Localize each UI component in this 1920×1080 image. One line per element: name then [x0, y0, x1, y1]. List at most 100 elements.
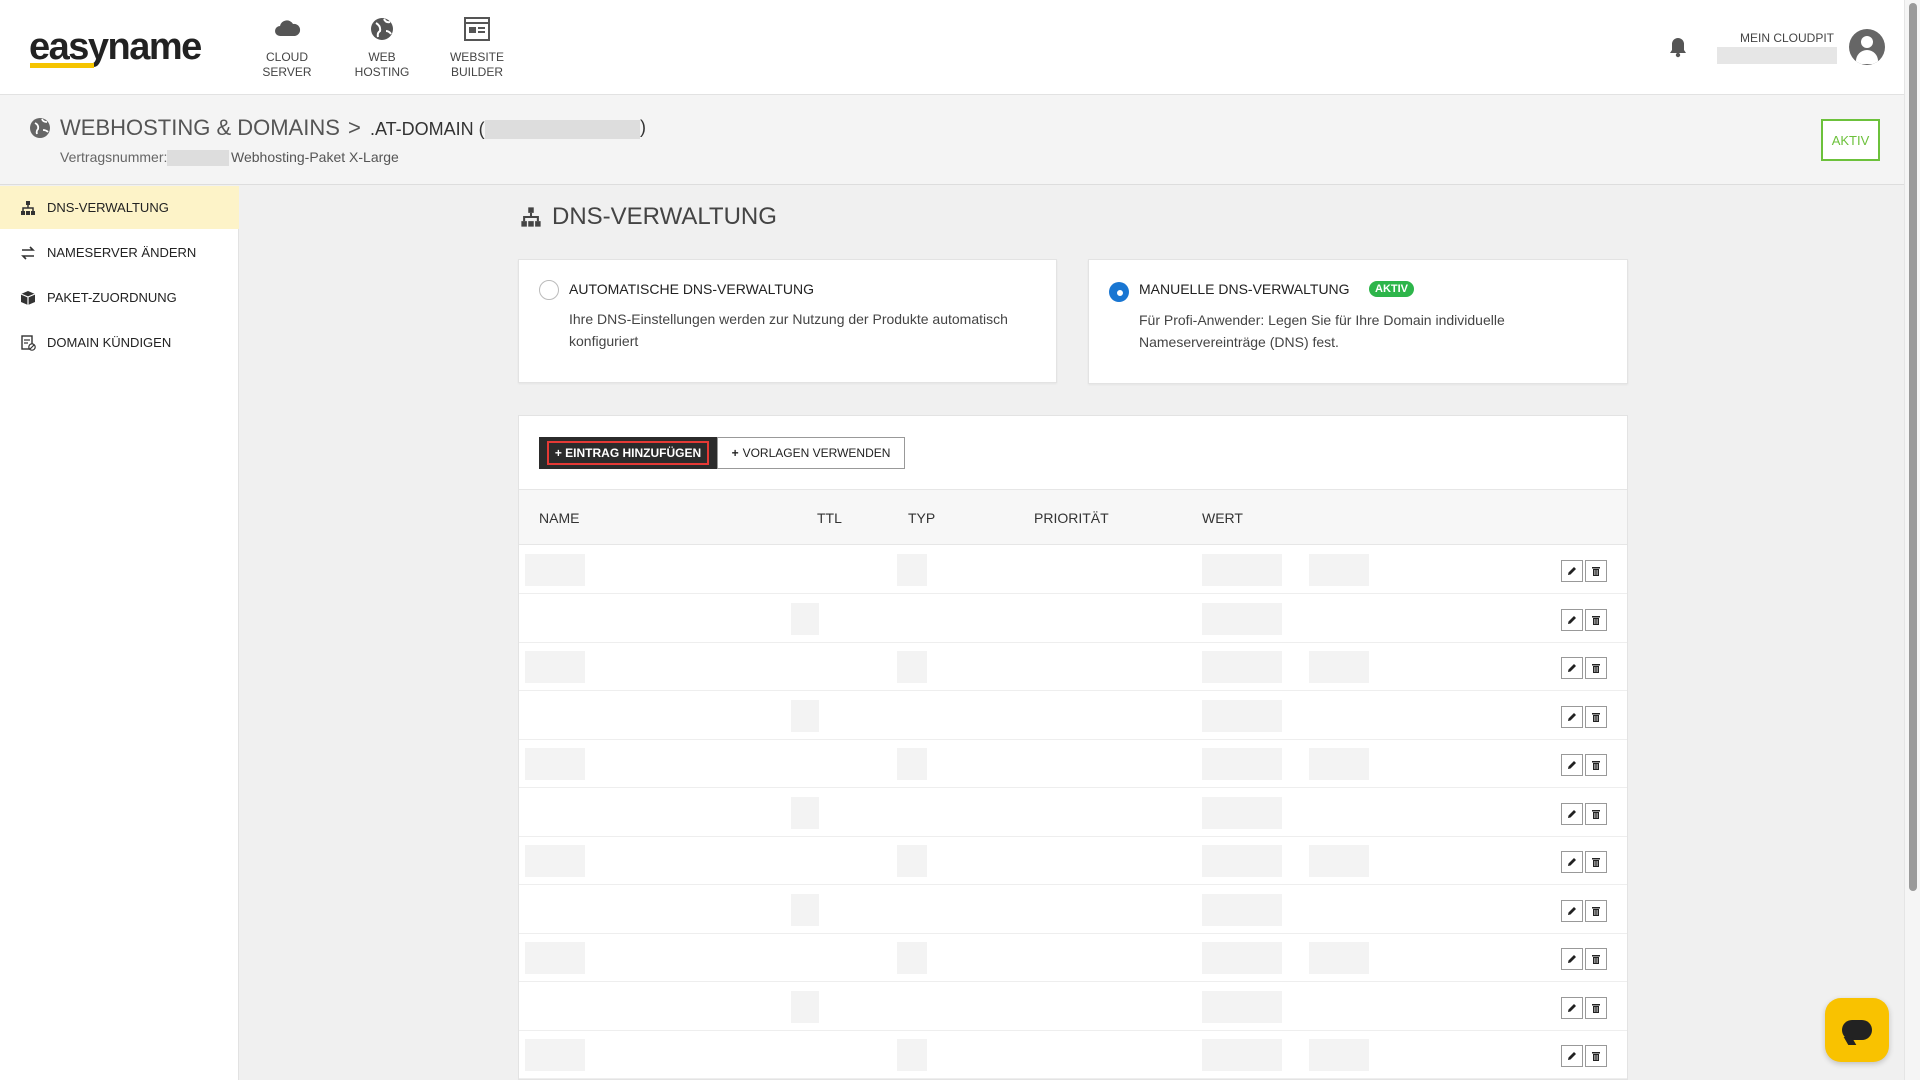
topnav-web-hosting-line1: WEB: [368, 50, 396, 64]
redacted-cell: [1202, 699, 1282, 732]
edit-entry-button[interactable]: [1561, 657, 1583, 679]
edit-entry-button[interactable]: [1561, 560, 1583, 582]
edit-entry-button[interactable]: [1561, 705, 1583, 728]
delete-entry-button[interactable]: [1585, 705, 1607, 728]
table-row: [519, 643, 1627, 691]
sidebar-item-domain-kuendigen[interactable]: DOMAIN KÜNDIGEN: [0, 321, 239, 364]
sitemap-icon: [521, 207, 541, 227]
contract-number-label: Vertragsnummer:: [60, 149, 168, 165]
table-row: [519, 1031, 1627, 1079]
account-name-redacted: [1717, 47, 1837, 64]
avatar[interactable]: [1849, 29, 1885, 65]
edit-entry-button[interactable]: [1561, 754, 1583, 776]
sidebar-item-paket-zuordnung[interactable]: PAKET-ZUORDNUNG: [0, 276, 239, 319]
pencil-icon: [1568, 955, 1576, 963]
sidebar-item-label: DNS-VERWALTUNG: [47, 200, 169, 215]
pencil-icon: [1568, 567, 1576, 575]
package-name: Webhosting-Paket X-Large: [231, 149, 399, 165]
trash-icon: [1592, 906, 1600, 916]
domain-name-redacted: [485, 120, 640, 139]
redacted-cell: [897, 651, 927, 683]
redacted-cell: [525, 942, 585, 974]
pencil-icon: [1568, 858, 1576, 866]
trash-icon: [1592, 615, 1600, 625]
redacted-cell: [897, 554, 927, 586]
column-header-wert[interactable]: WERT: [1202, 510, 1243, 526]
account-label[interactable]: MEIN CLOUDPIT: [1740, 31, 1834, 45]
edit-entry-button[interactable]: [1561, 1045, 1583, 1067]
contract-number-redacted: [167, 150, 229, 166]
topnav-website-builder[interactable]: WEBSITE BUILDER: [432, 14, 522, 80]
delete-entry-button[interactable]: [1585, 608, 1607, 631]
scrollbar-thumb[interactable]: [1909, 3, 1917, 891]
page-header: WEBHOSTING & DOMAINS > .AT-DOMAIN ( ) Ve…: [0, 95, 1904, 185]
status-badge-manual: AKTIV: [1369, 281, 1414, 297]
radio-manual-dns[interactable]: [1109, 282, 1129, 302]
edit-entry-button[interactable]: [1561, 851, 1583, 873]
pencil-icon: [1568, 906, 1576, 915]
edit-entry-button[interactable]: [1561, 996, 1583, 1019]
column-header-typ[interactable]: TYP: [908, 510, 935, 526]
plus-icon: +: [554, 446, 566, 460]
trash-icon: [1592, 712, 1600, 722]
scrollbar[interactable]: [1904, 0, 1920, 1080]
trash-icon: [1592, 1003, 1600, 1013]
cube-icon: [20, 290, 36, 305]
sidebar-item-label: PAKET-ZUORDNUNG: [47, 290, 177, 305]
sidebar-item-dns-verwaltung[interactable]: DNS-VERWALTUNG: [0, 186, 239, 229]
column-header-name[interactable]: NAME: [539, 510, 579, 526]
globe-icon: [371, 18, 393, 40]
redacted-cell: [1309, 1039, 1369, 1071]
delete-entry-button[interactable]: [1585, 948, 1607, 970]
pencil-icon: [1568, 712, 1576, 721]
redacted-cell: [1309, 651, 1369, 683]
topnav-cloud-server[interactable]: CLOUD SERVER: [242, 14, 332, 80]
sitemap-icon: [21, 200, 35, 215]
delete-entry-button[interactable]: [1585, 851, 1607, 873]
column-header-ttl[interactable]: TTL: [817, 510, 842, 526]
delete-entry-button[interactable]: [1585, 1045, 1607, 1067]
add-entry-button[interactable]: + EINTRAG HINZUFÜGEN: [539, 437, 717, 469]
chat-button[interactable]: [1825, 998, 1889, 1062]
redacted-cell: [791, 990, 819, 1023]
delete-entry-button[interactable]: [1585, 560, 1607, 582]
topnav-web-hosting[interactable]: WEB HOSTING: [337, 14, 427, 80]
trash-icon: [1592, 1052, 1600, 1061]
use-templates-button[interactable]: + VORLAGEN VERWENDEN: [717, 437, 905, 469]
sidebar: DNS-VERWALTUNG NAMESERVER ÄNDERN PAKET-Z…: [0, 186, 239, 1080]
delete-entry-button[interactable]: [1585, 754, 1607, 776]
redacted-cell: [897, 942, 927, 974]
topnav-website-builder-line2: BUILDER: [450, 65, 503, 79]
pencil-icon: [1568, 664, 1576, 672]
dns-records-panel: + EINTRAG HINZUFÜGEN + VORLAGEN VERWENDEN…: [518, 415, 1628, 1080]
delete-entry-button[interactable]: [1585, 899, 1607, 922]
use-templates-label: VORLAGEN VERWENDEN: [742, 446, 891, 460]
column-header-prioritaet[interactable]: PRIORITÄT: [1034, 510, 1109, 526]
delete-entry-button[interactable]: [1585, 657, 1607, 679]
table-row: [519, 789, 1627, 837]
edit-entry-button[interactable]: [1561, 608, 1583, 631]
option-card-manual[interactable]: MANUELLE DNS-VERWALTUNG AKTIV Für Profi-…: [1088, 259, 1628, 384]
breadcrumb-webhosting-domains[interactable]: WEBHOSTING & DOMAINS: [60, 115, 340, 141]
redacted-cell: [1202, 796, 1282, 829]
option-desc-manual-line1: Für Profi-Anwender: Legen Sie für Ihre D…: [1139, 312, 1505, 328]
bell-icon[interactable]: [1668, 36, 1688, 58]
table-row: [519, 837, 1627, 885]
radio-automatic-dns[interactable]: [539, 280, 559, 300]
redacted-cell: [897, 1039, 927, 1071]
edit-entry-button[interactable]: [1561, 899, 1583, 922]
table-row: [519, 546, 1627, 594]
option-card-automatic[interactable]: AUTOMATISCHE DNS-VERWALTUNG Ihre DNS-Ein…: [518, 259, 1057, 383]
table-row: [519, 886, 1627, 934]
breadcrumb-domain-close: ): [640, 117, 646, 137]
delete-entry-button[interactable]: [1585, 802, 1607, 825]
redacted-cell: [897, 845, 927, 877]
sidebar-item-label: DOMAIN KÜNDIGEN: [47, 335, 172, 350]
table-header: NAME TTL TYP PRIORITÄT WERT: [519, 489, 1627, 545]
redacted-cell: [525, 554, 585, 586]
sidebar-item-nameserver-aendern[interactable]: NAMESERVER ÄNDERN: [0, 231, 239, 274]
delete-entry-button[interactable]: [1585, 996, 1607, 1019]
edit-entry-button[interactable]: [1561, 802, 1583, 825]
plus-icon: +: [731, 446, 739, 460]
edit-entry-button[interactable]: [1561, 948, 1583, 970]
